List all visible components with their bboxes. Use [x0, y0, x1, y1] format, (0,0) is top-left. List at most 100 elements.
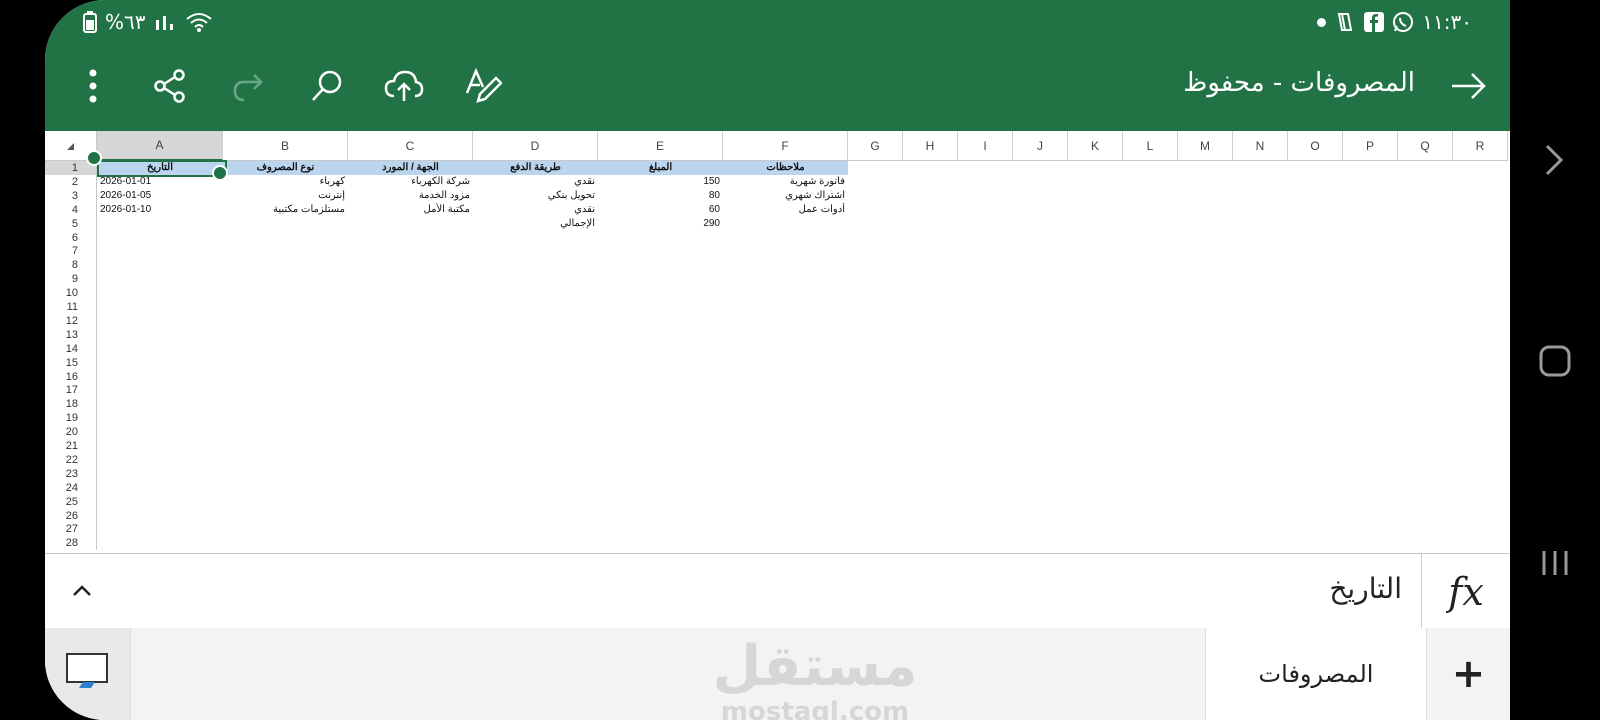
- sheet-tab-expenses[interactable]: المصروفات: [1205, 628, 1427, 720]
- total-value-cell[interactable]: 290: [598, 217, 723, 231]
- fx-icon[interactable]: fx: [1421, 554, 1510, 629]
- column-header-l[interactable]: L: [1123, 131, 1178, 161]
- draw-pen-icon[interactable]: [461, 64, 505, 108]
- redo-icon[interactable]: [226, 64, 270, 108]
- data-cell[interactable]: نقدي: [473, 203, 598, 217]
- row-header-3[interactable]: 3: [45, 188, 97, 203]
- view-toggle-button[interactable]: [45, 628, 131, 720]
- column-header-c[interactable]: C: [348, 131, 473, 161]
- share-icon[interactable]: [148, 64, 192, 108]
- row-header-28[interactable]: 28: [45, 536, 97, 551]
- row-header-19[interactable]: 19: [45, 411, 97, 426]
- column-header-n[interactable]: N: [1233, 131, 1288, 161]
- column-header-m[interactable]: M: [1178, 131, 1233, 161]
- total-label-cell[interactable]: الإجمالي: [473, 217, 598, 231]
- row-header-8[interactable]: 8: [45, 258, 97, 273]
- data-cell[interactable]: 80: [598, 189, 723, 203]
- row-header-25[interactable]: 25: [45, 494, 97, 509]
- column-header-h[interactable]: H: [903, 131, 958, 161]
- chevron-up-icon[interactable]: [71, 580, 93, 602]
- selection-border: [97, 160, 227, 177]
- header-cell-d[interactable]: طريقة الدفع: [473, 161, 598, 175]
- column-header-e[interactable]: E: [598, 131, 723, 161]
- status-bar-right: ١١:٣٠: [1317, 8, 1472, 36]
- recent-apps-icon[interactable]: [1532, 540, 1578, 586]
- data-cell[interactable]: 150: [598, 175, 723, 189]
- more-vertical-icon[interactable]: [71, 64, 115, 108]
- sheet-tabs-bar: مستقل mostaql.com المصروفات +: [45, 628, 1510, 720]
- header-cell-b[interactable]: نوع المصروف: [223, 161, 348, 175]
- selection-handle-end[interactable]: [212, 165, 228, 181]
- workbook-title: المصروفات - محفوظ: [1183, 68, 1415, 98]
- column-header-f[interactable]: F: [723, 131, 848, 161]
- row-header-10[interactable]: 10: [45, 286, 97, 301]
- facebook-icon: [1364, 12, 1385, 32]
- copilot-icon: [1338, 13, 1353, 31]
- data-cell[interactable]: مستلزمات مكتبية: [223, 203, 348, 217]
- row-header-18[interactable]: 18: [45, 397, 97, 412]
- column-header-r[interactable]: R: [1453, 131, 1508, 161]
- row-header-6[interactable]: 6: [45, 230, 97, 245]
- column-header-p[interactable]: P: [1343, 131, 1398, 161]
- column-header-q[interactable]: Q: [1398, 131, 1453, 161]
- data-cell[interactable]: أدوات عمل: [723, 203, 848, 217]
- column-header-i[interactable]: I: [958, 131, 1013, 161]
- data-cell[interactable]: 2026-01-10: [97, 203, 223, 217]
- watermark: مستقل mostaql.com: [695, 636, 935, 720]
- data-cell[interactable]: 60: [598, 203, 723, 217]
- data-cell[interactable]: شركة الكهرباء: [348, 175, 473, 189]
- column-header-g[interactable]: G: [848, 131, 903, 161]
- arrow-right-icon[interactable]: [1448, 66, 1488, 106]
- row-header-27[interactable]: 27: [45, 522, 97, 537]
- row-header-17[interactable]: 17: [45, 383, 97, 398]
- data-cell[interactable]: فاتورة شهرية: [723, 175, 848, 189]
- data-cell[interactable]: نقدي: [473, 175, 598, 189]
- row-header-24[interactable]: 24: [45, 480, 97, 495]
- row-header-15[interactable]: 15: [45, 355, 97, 370]
- row-header-11[interactable]: 11: [45, 300, 97, 314]
- row-header-26[interactable]: 26: [45, 508, 97, 523]
- row-header-21[interactable]: 21: [45, 439, 97, 453]
- row-header-4[interactable]: 4: [45, 202, 97, 217]
- column-header-j[interactable]: J: [1013, 131, 1068, 161]
- data-cell[interactable]: مكتبة الأمل: [348, 203, 473, 217]
- column-header-a[interactable]: A: [97, 131, 223, 161]
- row-header-5[interactable]: 5: [45, 216, 97, 231]
- data-cell[interactable]: تحويل بنكي: [473, 189, 598, 203]
- data-cell[interactable]: اشتراك شهري: [723, 189, 848, 203]
- row-header-2[interactable]: 2: [45, 174, 97, 189]
- row-header-7[interactable]: 7: [45, 244, 97, 259]
- row-header-22[interactable]: 22: [45, 452, 97, 467]
- chevron-right-icon[interactable]: [1532, 137, 1578, 183]
- cloud-upload-icon[interactable]: [382, 64, 426, 108]
- row-header-9[interactable]: 9: [45, 272, 97, 287]
- spreadsheet-grid[interactable]: ABCDEFGHIJKLMNOPQR 1 2 3 4 5 6 7 8 9 10 11 12 13 14 15…: [45, 131, 1510, 553]
- whatsapp-icon: [1393, 12, 1414, 32]
- column-header-d[interactable]: D: [473, 131, 598, 161]
- clock: ١١:٣٠: [1422, 10, 1472, 34]
- home-icon[interactable]: [1532, 338, 1578, 384]
- selection-handle-start[interactable]: [86, 150, 102, 166]
- data-cell[interactable]: 2026-01-05: [97, 189, 223, 203]
- data-cell[interactable]: إنترنت: [223, 189, 348, 203]
- data-cell[interactable]: كهرباء: [223, 175, 348, 189]
- data-cell[interactable]: مزود الخدمة: [348, 189, 473, 203]
- header-cell-e[interactable]: المبلغ: [598, 161, 723, 175]
- header-cell-c[interactable]: الجهة / المورد: [348, 161, 473, 175]
- battery-level: %٦٣: [105, 10, 146, 34]
- column-header-o[interactable]: O: [1288, 131, 1343, 161]
- search-icon[interactable]: [305, 64, 349, 108]
- notification-dot-icon: [1317, 17, 1327, 27]
- row-header-23[interactable]: 23: [45, 466, 97, 481]
- column-header-b[interactable]: B: [223, 131, 348, 161]
- formula-input[interactable]: التاريخ: [1329, 572, 1402, 605]
- row-header-12[interactable]: 12: [45, 313, 97, 328]
- row-header-16[interactable]: 16: [45, 369, 97, 384]
- row-header-13[interactable]: 13: [45, 327, 97, 342]
- add-sheet-button[interactable]: +: [1427, 628, 1510, 720]
- watermark-arabic: مستقل: [712, 634, 918, 699]
- column-header-k[interactable]: K: [1068, 131, 1123, 161]
- header-cell-f[interactable]: ملاحظات: [723, 161, 848, 175]
- row-header-14[interactable]: 14: [45, 341, 97, 356]
- row-header-20[interactable]: 20: [45, 425, 97, 440]
